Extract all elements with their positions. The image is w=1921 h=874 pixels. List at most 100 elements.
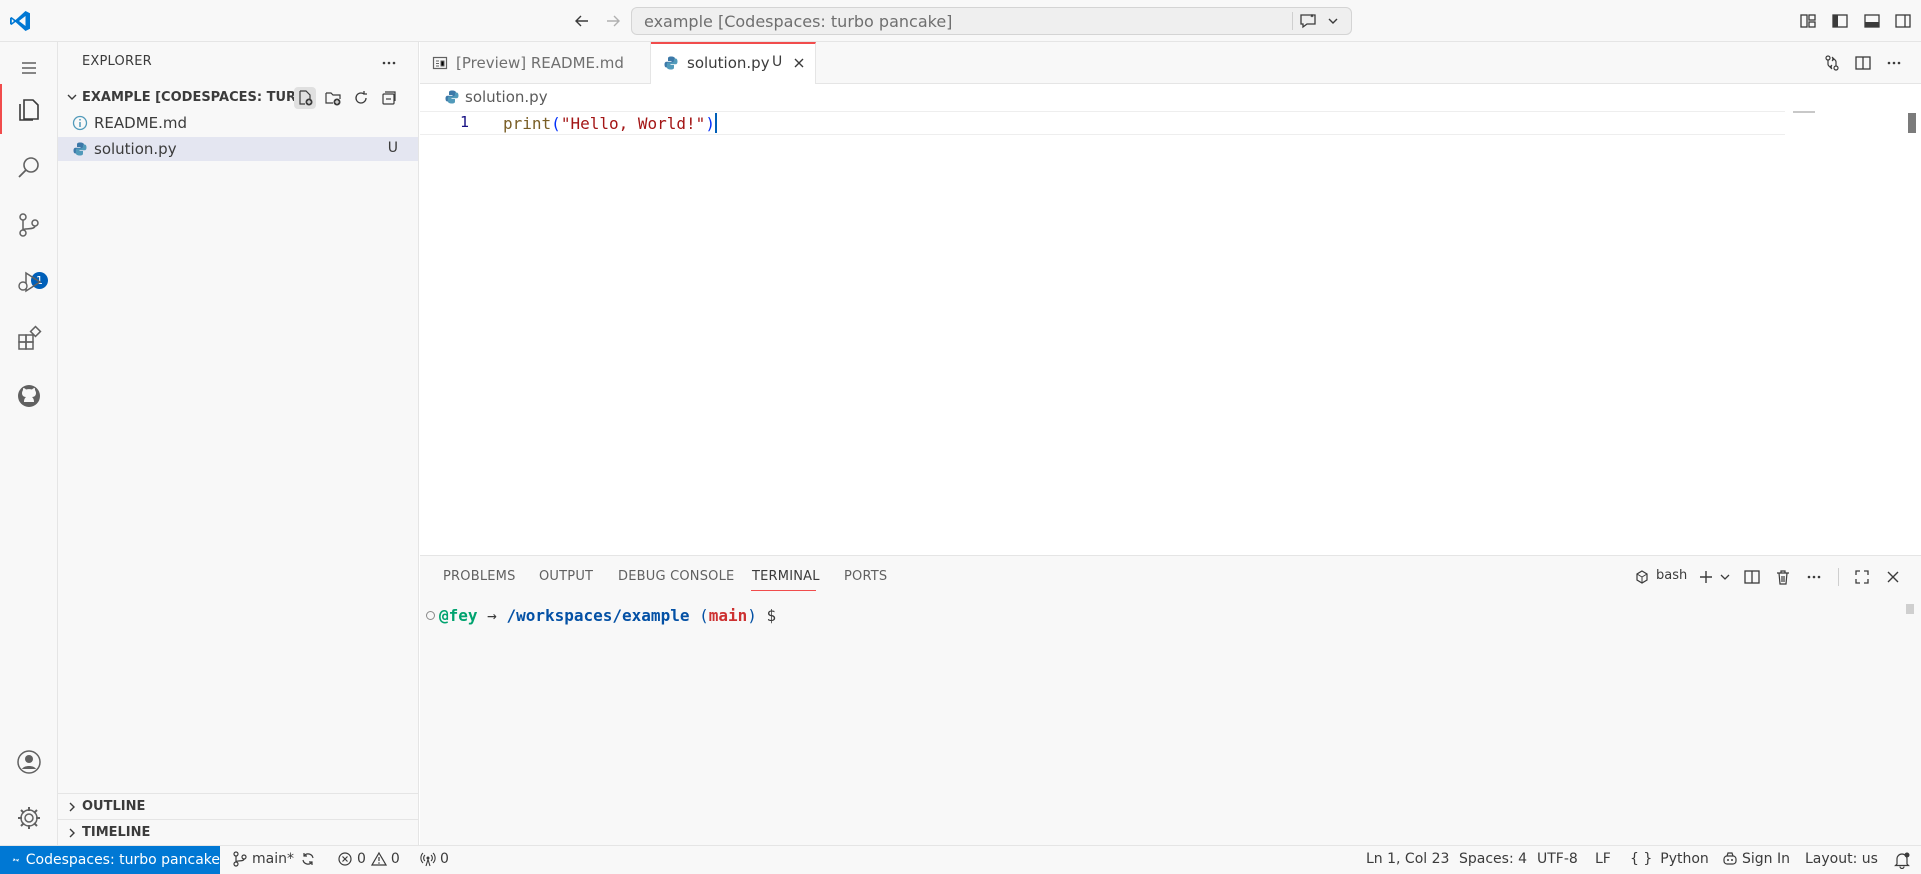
forward-arrow-icon[interactable] [601, 9, 625, 33]
tab-problems[interactable]: PROBLEMS [443, 569, 516, 584]
tab-debug-console[interactable]: DEBUG CONSOLE [618, 569, 734, 584]
copilot-icon [1723, 852, 1737, 865]
command-center-label: example [Codespaces: turbo pancake] [644, 12, 953, 31]
more-actions-icon[interactable] [1802, 565, 1826, 589]
github-icon[interactable] [0, 370, 58, 422]
tab-output[interactable]: OUTPUT [539, 569, 593, 584]
sign-in[interactable]: Sign In [1722, 851, 1790, 867]
problems-status[interactable]: 0 0 [337, 851, 400, 867]
more-actions-icon[interactable] [1882, 51, 1906, 75]
toggle-secondary-sidebar-icon[interactable] [1891, 9, 1915, 33]
customize-layout-icon[interactable] [1796, 9, 1820, 33]
close-panel-icon[interactable] [1881, 565, 1905, 589]
terminal-branch: main [708, 606, 748, 625]
cursor-position[interactable]: Ln 1, Col 23 [1366, 851, 1449, 867]
indentation[interactable]: Spaces: 4 [1459, 851, 1527, 867]
code-paren: ( [551, 114, 561, 133]
split-terminal-icon[interactable] [1740, 565, 1764, 589]
encoding[interactable]: UTF-8 [1537, 851, 1578, 867]
command-center[interactable]: example [Codespaces: turbo pancake] [631, 7, 1352, 35]
editor-scrollbar[interactable] [1908, 113, 1916, 133]
accounts-icon[interactable] [0, 736, 58, 788]
line-number: 1 [460, 113, 470, 131]
language-mode[interactable]: { } Python [1630, 851, 1709, 867]
chevron-down-icon[interactable] [1326, 14, 1340, 28]
outline-section-header[interactable]: OUTLINE [58, 793, 418, 819]
tab-status-badge: U [772, 54, 783, 70]
timeline-section-header[interactable]: TIMELINE [58, 819, 418, 845]
maximize-panel-icon[interactable] [1850, 565, 1874, 589]
tab-solution-py[interactable]: solution.py U [651, 42, 816, 85]
open-changes-icon[interactable] [1820, 51, 1844, 75]
terminal-scrollbar[interactable] [1906, 604, 1914, 614]
remote-label: Codespaces: turbo pancake [25, 852, 220, 868]
toggle-panel-icon[interactable] [1860, 9, 1884, 33]
breadcrumb-item[interactable]: solution.py [465, 88, 548, 106]
code-string: "Hello, World!" [560, 114, 706, 133]
terminal-prompt-symbol: $ [756, 606, 777, 625]
chevron-down-icon[interactable] [1713, 565, 1737, 589]
language-label: Python [1660, 851, 1709, 867]
search-icon[interactable] [0, 142, 58, 194]
new-file-icon[interactable] [294, 87, 316, 109]
explorer-sidebar: EXPLORER EXAMPLE [CODESPACES: TURB... RE… [58, 42, 419, 845]
python-file-icon [444, 89, 460, 105]
git-branch-icon [233, 851, 247, 867]
status-bar: Codespaces: turbo pancake main* 0 0 0 Ln… [0, 845, 1921, 874]
explorer-icon[interactable] [0, 84, 58, 136]
keyboard-layout[interactable]: Layout: us [1805, 851, 1878, 867]
python-file-icon [663, 55, 679, 71]
outline-label: OUTLINE [82, 799, 146, 814]
code-editor[interactable]: 1 print("Hello, World!") [420, 110, 1921, 554]
file-name: README.md [94, 114, 188, 132]
collapse-all-icon[interactable] [378, 87, 400, 109]
braces-icon: { } [1630, 851, 1653, 867]
terminal-branch-open: ( [689, 606, 709, 625]
split-editor-icon[interactable] [1851, 51, 1875, 75]
terminal-status-dot [426, 611, 435, 620]
branch-status[interactable]: main* [232, 851, 294, 867]
back-arrow-icon[interactable] [570, 9, 594, 33]
chevron-down-icon [64, 89, 80, 105]
tab-terminal[interactable]: TERMINAL [752, 569, 820, 584]
timeline-label: TIMELINE [82, 825, 151, 840]
warning-icon [370, 851, 387, 866]
sync-icon[interactable] [300, 851, 320, 867]
toggle-primary-sidebar-icon[interactable] [1828, 9, 1852, 33]
terminal-user: @fey [439, 606, 478, 625]
end-of-line[interactable]: LF [1595, 851, 1611, 867]
refresh-icon[interactable] [350, 87, 372, 109]
trash-icon[interactable] [1771, 565, 1795, 589]
more-actions-icon[interactable] [378, 52, 400, 74]
panel-actions-divider [1838, 568, 1839, 586]
close-icon[interactable] [789, 53, 809, 73]
tab-ports[interactable]: PORTS [844, 569, 887, 584]
python-file-icon [72, 141, 88, 157]
ports-count: 0 [440, 851, 449, 867]
terminal-branch-close: ) [747, 606, 757, 625]
remote-indicator[interactable]: Codespaces: turbo pancake [0, 846, 220, 874]
run-debug-icon[interactable] [0, 256, 58, 308]
extensions-icon[interactable] [0, 313, 58, 365]
file-item-solution[interactable]: solution.py U [58, 137, 418, 161]
new-folder-icon[interactable] [322, 87, 344, 109]
source-control-icon[interactable] [0, 199, 58, 251]
settings-gear-icon[interactable] [0, 792, 58, 844]
code-paren: ) [705, 114, 715, 133]
workspace-folder-header[interactable]: EXAMPLE [CODESPACES: TURB... [58, 85, 418, 111]
error-icon [338, 852, 352, 866]
terminal-prompt[interactable]: @fey → /workspaces/example (main) $ [426, 606, 776, 625]
tab-readme-preview[interactable]: [Preview] README.md [420, 42, 651, 84]
code-line[interactable]: print("Hello, World!") [503, 113, 717, 133]
file-status-badge: U [387, 140, 398, 156]
ports-status[interactable]: 0 [420, 851, 449, 867]
title-bar: example [Codespaces: turbo pancake] [0, 0, 1921, 42]
notifications-bell-icon[interactable] [1893, 851, 1915, 869]
file-item-readme[interactable]: README.md [58, 111, 418, 135]
preview-icon [432, 55, 448, 71]
code-function: print [503, 114, 552, 133]
remote-icon [12, 858, 20, 862]
minimap[interactable] [1793, 111, 1815, 113]
terminal-shell-label[interactable]: bash [1656, 568, 1687, 583]
copilot-chat-icon[interactable] [1298, 11, 1318, 31]
